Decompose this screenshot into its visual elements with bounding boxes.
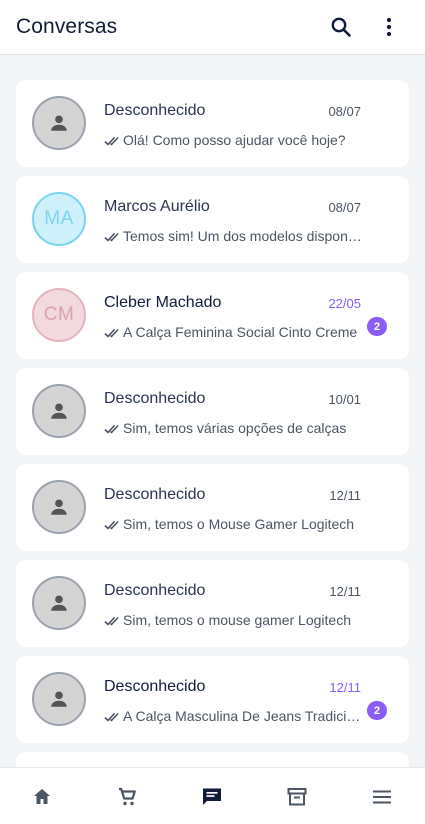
double-check-icon <box>104 710 120 722</box>
person-icon <box>48 592 70 614</box>
more-vertical-icon[interactable] <box>377 15 401 39</box>
contact-name: Marcos Aurélio <box>104 198 210 215</box>
avatar <box>32 576 86 630</box>
message-date: 10/01 <box>328 392 361 407</box>
contact-name: Desconhecido <box>104 390 206 407</box>
contact-name: Desconhecido <box>104 582 206 599</box>
avatar: CM <box>32 288 86 342</box>
app-header: Conversas <box>0 0 425 55</box>
archive-icon[interactable] <box>285 785 309 809</box>
double-check-icon <box>104 518 120 530</box>
search-icon[interactable] <box>329 15 353 39</box>
avatar: MA <box>32 192 86 246</box>
double-check-icon <box>104 326 120 338</box>
contact-name: Cleber Machado <box>104 294 222 311</box>
message-preview: A Calça Feminina Social Cinto Creme <box>123 324 358 340</box>
message-preview: Sim, temos o Mouse Gamer Logitech <box>123 516 355 532</box>
message-preview: Sim, temos o mouse gamer Logitech <box>123 612 351 628</box>
conversation-item[interactable]: Desconhecido 10/01 Sim, temos várias opçõe… <box>16 368 409 455</box>
preview-row: A Calça Feminina Social Cinto Creme <box>104 323 362 341</box>
chat-icon[interactable] <box>200 785 224 809</box>
conversation-item[interactable]: MA Marcos Aurélio 08/07 Temos sim! Um dos m… <box>16 176 409 263</box>
preview-row: Olá! Como posso ajudar você hoje? <box>104 131 362 149</box>
preview-row: Sim, temos o mouse gamer Logitech <box>104 611 362 629</box>
person-icon <box>48 112 70 134</box>
message-date: 12/11 <box>329 488 361 503</box>
message-preview: Olá! Como posso ajudar você hoje? <box>123 132 346 148</box>
preview-row: Temos sim! Um dos modelos disponíveis <box>104 227 362 245</box>
message-date: 08/07 <box>328 104 361 119</box>
person-icon <box>48 496 70 518</box>
preview-row: Sim, temos o Mouse Gamer Logitech <box>104 515 362 533</box>
preview-row: A Calça Masculina De Jeans Tradicional <box>104 707 362 725</box>
double-check-icon <box>104 230 120 242</box>
conversation-list: Desconhecido 08/07 Olá! Como posso ajudar … <box>16 80 409 781</box>
message-date: 12/11 <box>329 680 361 695</box>
unread-count-badge: 2 <box>367 701 387 720</box>
conversation-item[interactable]: Desconhecido 12/11 A Calça Masculina De Je… <box>16 656 409 743</box>
avatar <box>32 480 86 534</box>
person-icon <box>48 688 70 710</box>
double-check-icon <box>104 614 120 626</box>
message-preview: Sim, temos várias opções de calças <box>123 420 347 436</box>
contact-name: Desconhecido <box>104 102 206 119</box>
conversation-item[interactable]: Desconhecido 08/07 Olá! Como posso ajudar … <box>16 80 409 167</box>
contact-name: Desconhecido <box>104 678 206 695</box>
message-date: 22/05 <box>328 296 361 311</box>
avatar <box>32 672 86 726</box>
avatar <box>32 384 86 438</box>
unread-count-badge: 2 <box>367 317 387 336</box>
home-icon[interactable] <box>30 785 54 809</box>
conversation-item[interactable]: Desconhecido 12/11 Sim, temos o Mouse Game… <box>16 464 409 551</box>
menu-icon[interactable] <box>370 785 394 809</box>
message-date: 12/11 <box>329 584 361 599</box>
message-preview: A Calça Masculina De Jeans Tradicional <box>123 708 362 724</box>
person-icon <box>48 400 70 422</box>
conversation-item[interactable]: Desconhecido 12/11 Sim, temos o mouse game… <box>16 560 409 647</box>
preview-row: Sim, temos várias opções de calças <box>104 419 362 437</box>
avatar <box>32 96 86 150</box>
contact-name: Desconhecido <box>104 486 206 503</box>
bottom-navigation <box>0 767 425 824</box>
message-date: 08/07 <box>328 200 361 215</box>
double-check-icon <box>104 134 120 146</box>
double-check-icon <box>104 422 120 434</box>
cart-icon[interactable] <box>115 785 139 809</box>
conversation-item[interactable]: CM Cleber Machado 22/05 A Calça Feminina So… <box>16 272 409 359</box>
message-preview: Temos sim! Um dos modelos disponíveis <box>123 228 362 244</box>
page-title: Conversas <box>16 15 118 38</box>
